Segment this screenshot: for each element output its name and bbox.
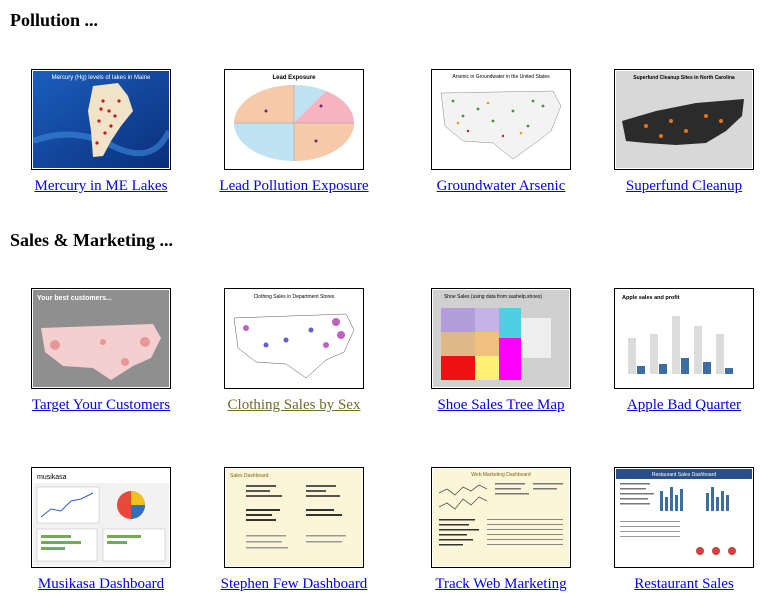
thumbnail-title: Arsenic in Groundwater in the United Sta… [452,74,550,80]
thumbnail-treemap[interactable]: Shoe Sales (using data from sashelp.shoe… [431,288,571,389]
gallery-item-restaurant[interactable]: Restaurant Sales Dashboard Restaurant Sa… [594,467,774,593]
thumbnail-restaurant-dashboard[interactable]: Restaurant Sales Dashboard [614,467,754,568]
thumbnail-title: Clothing Sales in Department Stores [254,294,335,300]
section-heading-pollution: Pollution ... [10,10,99,30]
gallery-item-musikasa[interactable]: musikasa Musikasa Dashboard [11,467,191,593]
thumbnail-title: Superfund Cleanup Sites in North Carolin… [633,75,735,81]
gallery-item-mercury[interactable]: Mercury (Hg) levels of lakes in Maine Me… [11,69,191,195]
thumbnail-web-marketing-dashboard[interactable]: Web Marketing Dashboard [431,467,571,568]
thumbnail-title: Restaurant Sales Dashboard [652,472,716,478]
link-shoe-sales-tree-map[interactable]: Shoe Sales Tree Map [411,397,591,414]
section-heading-sales-marketing: Sales & Marketing ... [10,230,173,250]
gallery-item-clothing[interactable]: Clothing Sales in Department Stores Clot… [204,288,384,414]
link-mercury-in-me-lakes[interactable]: Mercury in ME Lakes [11,178,191,195]
gallery-item-shoe[interactable]: Shoe Sales (using data from sashelp.shoe… [411,288,591,414]
thumbnail-title: Web Marketing Dashboard [471,472,531,478]
link-superfund-cleanup[interactable]: Superfund Cleanup [594,178,774,195]
link-stephen-few-dashboard[interactable]: Stephen Few Dashboard [204,576,384,593]
thumbnail-musikasa-dashboard[interactable]: musikasa [31,467,171,568]
thumbnail-title: Shoe Sales (using data from sashelp.shoe… [444,294,542,300]
gallery-item-web-marketing[interactable]: Web Marketing Dashboard Track Web Market… [411,467,591,593]
gallery-item-few[interactable]: Sales Dashboard Stephen Few Dashboard [204,467,384,593]
thumbnail-apple-bar-chart[interactable]: Apple sales and profit [614,288,754,389]
link-musikasa-dashboard[interactable]: Musikasa Dashboard [11,576,191,593]
thumbnail-title: Lead Exposure [272,75,316,81]
gallery-item-apple[interactable]: Apple sales and profit Apple Bad Quarter [594,288,774,414]
gallery-item-lead[interactable]: Lead Exposure Lead Pollution Exposure [204,69,384,195]
thumbnail-title: Sales Dashboard [230,473,269,479]
thumbnail-arsenic-map[interactable]: Arsenic in Groundwater in the United Sta… [431,69,571,170]
thumbnail-lead-polar-chart[interactable]: Lead Exposure [224,69,364,170]
thumbnail-title: Apple sales and profit [622,295,680,301]
gallery-item-arsenic[interactable]: Arsenic in Groundwater in the United Sta… [411,69,591,195]
thumbnail-clothing-map[interactable]: Clothing Sales in Department Stores [224,288,364,389]
thumbnail-title: Mercury (Hg) levels of lakes in Maine [52,75,151,81]
link-track-web-marketing[interactable]: Track Web Marketing [411,576,591,593]
gallery-item-target[interactable]: Your best customers... Target Your Custo… [11,288,191,414]
thumbnail-title: musikasa [37,474,67,481]
thumbnail-customers-map[interactable]: Your best customers... [31,288,171,389]
link-clothing-sales-by-sex[interactable]: Clothing Sales by Sex [204,397,384,414]
thumbnail-mercury-map[interactable]: Mercury (Hg) levels of lakes in Maine [31,69,171,170]
link-apple-bad-quarter[interactable]: Apple Bad Quarter [594,397,774,414]
link-lead-pollution-exposure[interactable]: Lead Pollution Exposure [204,178,384,195]
thumbnail-superfund-map[interactable]: Superfund Cleanup Sites in North Carolin… [614,69,754,170]
gallery-item-superfund[interactable]: Superfund Cleanup Sites in North Carolin… [594,69,774,195]
link-restaurant-sales[interactable]: Restaurant Sales [594,576,774,593]
thumbnail-title: Your best customers... [37,295,112,302]
thumbnail-few-dashboard[interactable]: Sales Dashboard [224,467,364,568]
link-target-your-customers[interactable]: Target Your Customers [11,397,191,414]
link-groundwater-arsenic[interactable]: Groundwater Arsenic [411,178,591,195]
